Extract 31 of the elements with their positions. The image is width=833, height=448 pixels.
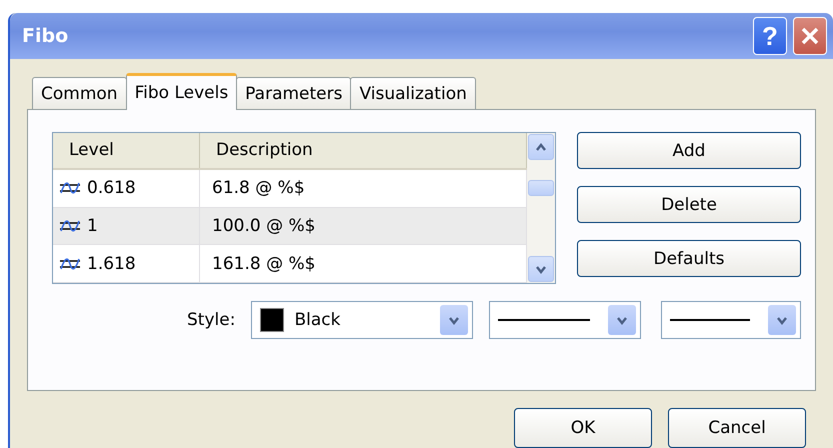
list-row[interactable]: 1.618 161.8 @ %$ — [53, 245, 527, 284]
scroll-thumb[interactable] — [528, 180, 554, 196]
line-style-dropdown[interactable] — [489, 301, 642, 339]
action-button[interactable]: Delete — [577, 186, 801, 223]
list-row[interactable]: 1 100.0 @ %$ — [53, 208, 527, 246]
window-title: Fibo — [22, 25, 70, 47]
level-value: 1 — [87, 216, 98, 236]
action-button[interactable]: Add — [577, 132, 801, 169]
column-header[interactable]: Level — [53, 133, 200, 168]
dialog-button[interactable]: Cancel — [668, 408, 806, 448]
dialog-button[interactable]: OK — [514, 408, 652, 448]
tab[interactable]: Fibo Levels — [126, 73, 238, 110]
tab[interactable]: Visualization — [350, 77, 476, 109]
close-icon — [800, 26, 820, 46]
tab[interactable]: Common — [32, 77, 127, 109]
line-width-dropdown[interactable] — [661, 301, 801, 339]
scroll-up-button[interactable] — [528, 134, 554, 160]
close-button[interactable] — [793, 17, 827, 55]
tab[interactable]: Parameters — [236, 77, 352, 109]
color-name: Black — [294, 310, 342, 330]
scroll-down-button[interactable] — [528, 256, 554, 282]
scrollbar[interactable] — [527, 133, 555, 283]
color-dropdown[interactable]: Black — [251, 301, 474, 339]
style-label: Style: — [187, 310, 236, 330]
action-button[interactable]: Defaults — [577, 240, 801, 277]
level-value: 0.618 — [87, 178, 136, 198]
dropdown-button[interactable] — [608, 305, 636, 335]
help-button[interactable]: ? — [753, 17, 787, 55]
dropdown-button[interactable] — [440, 305, 468, 335]
level-value: 1.618 — [87, 254, 136, 274]
dropdown-button[interactable] — [768, 305, 796, 335]
